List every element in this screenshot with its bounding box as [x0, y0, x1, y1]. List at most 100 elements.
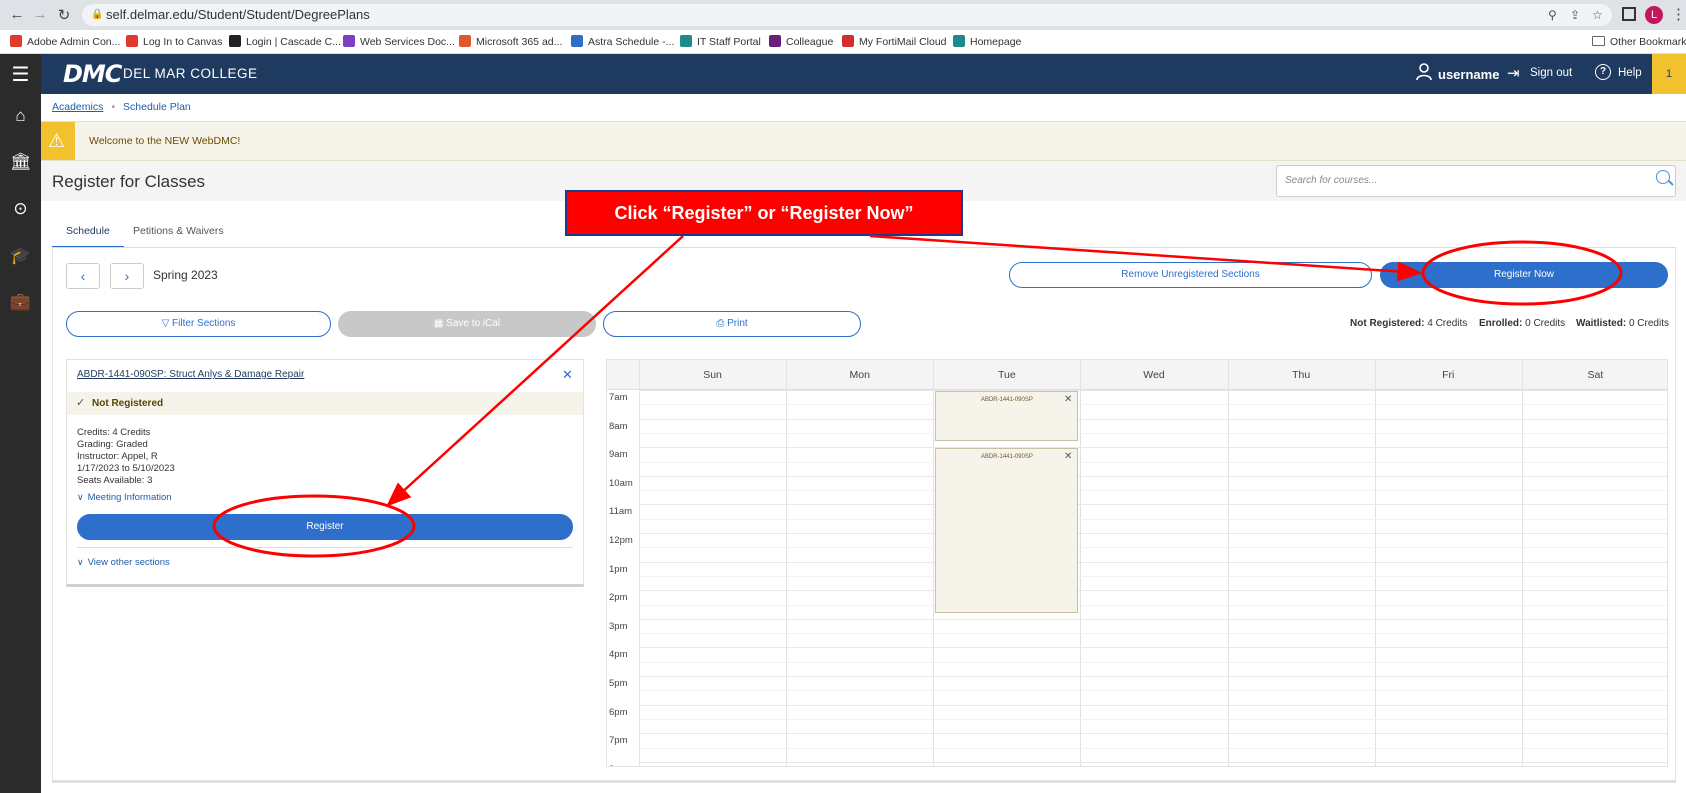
hour-label: 1pm	[609, 563, 628, 575]
day-header-mon: Mon	[849, 369, 870, 381]
bookmark-item[interactable]: Colleague	[769, 34, 833, 50]
institution-icon[interactable]: 🏛	[0, 152, 41, 172]
print-button[interactable]: ⎙ Print	[603, 311, 861, 337]
event-code: ABDR-1441-090SP	[980, 454, 1033, 461]
help-icon[interactable]: ?	[1595, 64, 1611, 80]
folder-icon	[1592, 36, 1605, 46]
chevron-left-icon: ‹	[80, 268, 86, 284]
hour-label: 5pm	[609, 678, 628, 689]
chevron-down-icon: ∨	[77, 492, 84, 502]
alert-message: Welcome to the NEW WebDMC!	[89, 135, 241, 147]
next-term-button[interactable]: ›	[110, 263, 144, 289]
remove-event-icon[interactable]: ✕	[1064, 451, 1072, 462]
bookmark-item[interactable]: My FortiMail Cloud	[842, 34, 947, 50]
close-icon[interactable]: ✕	[562, 367, 573, 383]
bookmark-item[interactable]: IT Staff Portal	[680, 34, 761, 50]
hour-gridline	[639, 590, 1667, 592]
college-name: DEL MAR COLLEGE	[123, 66, 258, 81]
forward-icon[interactable]: →	[31, 6, 49, 23]
graduation-cap-icon[interactable]: 🎓	[0, 246, 41, 266]
bookmark-favicon-icon	[769, 35, 781, 47]
half-hour-gridline	[639, 547, 1667, 549]
status-badge: Not Registered	[92, 398, 164, 409]
tab-petitions-waivers[interactable]: Petitions & Waivers	[133, 222, 224, 248]
zoom-icon[interactable]: ⚲	[1548, 4, 1557, 26]
bookmark-item[interactable]: Microsoft 365 ad...	[459, 34, 562, 50]
other-bookmarks-folder[interactable]: Other Bookmarks	[1592, 34, 1686, 50]
day-header-thu: Thu	[1292, 369, 1311, 381]
sign-out-link[interactable]: Sign out	[1530, 67, 1572, 79]
hour-label: 7am	[609, 392, 628, 403]
view-other-sections-toggle[interactable]: ∨ View other sections	[77, 557, 170, 568]
hour-label: 8pm	[609, 764, 627, 766]
weekly-calendar: Sun Mon Tue Wed Thu Fri Sat 7am 8am 9am 10am 11am 12…	[606, 359, 1668, 767]
bookmark-star-icon[interactable]: ☆	[1592, 4, 1603, 26]
home-icon[interactable]: ⌂	[0, 106, 41, 126]
half-hour-gridline	[639, 404, 1667, 406]
bookmark-item[interactable]: Adobe Admin Con...	[10, 34, 120, 50]
back-icon[interactable]: ←	[8, 6, 26, 23]
bookmark-favicon-icon	[459, 35, 471, 47]
address-bar[interactable]: 🔒 self.delmar.edu/Student/Student/Degree…	[82, 4, 1612, 26]
meeting-information-toggle[interactable]: ∨ Meeting Information	[77, 492, 172, 503]
reload-icon[interactable]: ↻	[55, 6, 73, 24]
waitlisted-credits: Waitlisted: 0 Credits	[1576, 318, 1669, 329]
profile-avatar[interactable]: L	[1645, 6, 1663, 24]
bookmark-item[interactable]: Login | Cascade C...	[229, 34, 341, 50]
half-hour-gridline	[639, 490, 1667, 492]
breadcrumb-academics[interactable]: Academics	[52, 101, 103, 113]
section-title-link[interactable]: ABDR-1441-090SP: Struct Anlys & Damage R…	[77, 369, 304, 380]
help-link[interactable]: Help	[1618, 67, 1642, 79]
register-now-button[interactable]: Register Now	[1380, 262, 1668, 288]
half-hour-gridline	[639, 432, 1667, 434]
hour-label: 9am	[609, 449, 628, 461]
tab-schedule[interactable]: Schedule	[52, 222, 124, 248]
side-panel-icon[interactable]	[1622, 7, 1636, 21]
day-column-divider	[786, 360, 788, 766]
hamburger-menu-icon[interactable]: ☰	[0, 62, 41, 87]
page-title: Register for Classes	[52, 172, 206, 191]
bookmark-item[interactable]: Web Services Doc...	[343, 34, 455, 50]
remove-unregistered-sections-button[interactable]: Remove Unregistered Sections	[1009, 262, 1372, 288]
college-logo[interactable]: DMC	[63, 60, 122, 88]
search-icon[interactable]	[1656, 170, 1670, 184]
day-column-divider	[639, 360, 640, 766]
event-code: ABDR-1441-090SP	[980, 397, 1033, 403]
register-button[interactable]: Register	[77, 514, 573, 540]
user-icon	[1416, 63, 1432, 81]
day-header-wed: Wed	[1143, 369, 1165, 381]
breadcrumb: Academics • Schedule Plan	[52, 101, 191, 113]
browser-menu-icon[interactable]: ⋮	[1671, 5, 1686, 23]
hour-gridline	[639, 561, 1667, 563]
day-column-divider	[1227, 360, 1229, 766]
check-icon: ✓	[76, 397, 86, 409]
bookmark-favicon-icon	[680, 35, 692, 47]
half-hour-gridline	[639, 690, 1667, 692]
username-label[interactable]: username	[1438, 67, 1499, 82]
calendar-event[interactable]: ABDR-1441-090SP ✕	[935, 391, 1079, 442]
save-to-ical-button[interactable]: ▦ Save to iCal	[338, 311, 596, 337]
breadcrumb-schedule-plan[interactable]: Schedule Plan	[123, 101, 191, 113]
hour-label: 4pm	[609, 649, 628, 661]
share-icon[interactable]: ⇪	[1570, 4, 1580, 26]
sign-out-icon[interactable]: ⇥	[1507, 64, 1520, 82]
bookmark-favicon-icon	[953, 35, 965, 47]
filter-sections-button[interactable]: ▽ Filter Sections	[66, 311, 331, 337]
bookmark-favicon-icon	[10, 35, 22, 47]
briefcase-icon[interactable]: 💼	[0, 292, 41, 312]
bookmark-item[interactable]: Log In to Canvas	[126, 34, 222, 50]
notification-badge[interactable]: 1	[1652, 54, 1686, 94]
half-hour-gridline	[639, 633, 1667, 635]
bookmark-item[interactable]: Homepage	[953, 34, 1021, 50]
seats-line: Seats Available: 3	[77, 475, 153, 486]
half-hour-gridline	[639, 575, 1667, 577]
calendar-event[interactable]: ABDR-1441-090SP ✕	[935, 448, 1079, 613]
half-hour-gridline	[639, 461, 1667, 463]
course-search-input[interactable]: Search for courses...	[1276, 165, 1676, 197]
remove-event-icon[interactable]: ✕	[1064, 394, 1072, 405]
previous-term-button[interactable]: ‹	[66, 263, 100, 289]
finance-icon[interactable]: ⊙	[0, 199, 41, 219]
printer-icon: ⎙	[716, 318, 728, 329]
hour-gridline	[639, 676, 1667, 677]
bookmark-item[interactable]: Astra Schedule -...	[571, 34, 674, 50]
